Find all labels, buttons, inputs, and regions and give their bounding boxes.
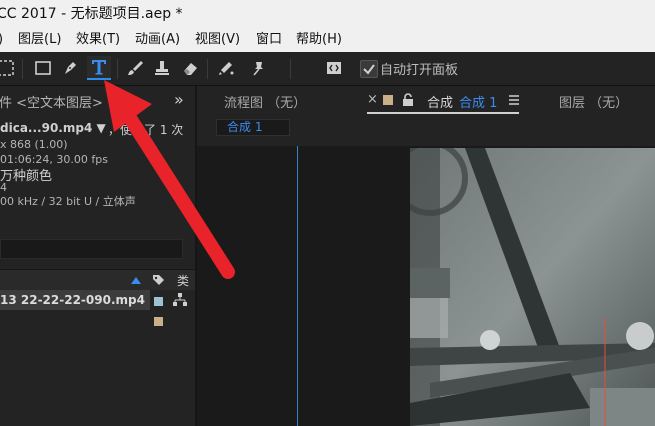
brush-tool-icon[interactable]	[123, 56, 147, 80]
auto-open-panels-checkbox[interactable]	[360, 60, 378, 78]
composition-viewer-panel: 流程图 （无） × 合成 合成 1 图层 （无） 合成 1	[197, 86, 655, 426]
guide-line	[297, 146, 298, 426]
rectangle-tool-icon[interactable]	[31, 56, 55, 80]
project-panel: 件 <空文本图层> » dica...90.mp4 ▼ ，使用了 1 次 x 8…	[0, 86, 197, 426]
marquee-tool-icon[interactable]	[0, 56, 18, 80]
project-panel-header: 件 <空文本图层>	[0, 96, 103, 111]
video-frame	[410, 148, 655, 426]
menu-item-help[interactable]: 帮助(H)	[296, 28, 342, 52]
panel-menu-icon[interactable]	[508, 95, 520, 105]
footage-colors: 万种颜色	[0, 169, 53, 184]
menu-item-animation[interactable]: 动画(A)	[135, 28, 180, 52]
composition-flow-icon	[173, 293, 187, 306]
roto-brush-tool-icon[interactable]	[214, 56, 238, 80]
lock-icon[interactable]	[402, 93, 414, 107]
type-tool-icon[interactable]	[87, 56, 111, 80]
project-search-input[interactable]	[0, 239, 183, 259]
menu-item-view[interactable]: 视图(V)	[195, 28, 240, 52]
tab-flowchart[interactable]: 流程图 （无）	[224, 92, 306, 111]
active-tab-indicator	[367, 112, 519, 114]
toolbar-divider	[207, 59, 208, 79]
tab-composition-name[interactable]: 合成 1	[459, 92, 497, 111]
menu-item-partial[interactable]: )	[0, 28, 3, 52]
menu-item-window[interactable]: 窗口	[256, 28, 282, 52]
pen-tool-icon[interactable]	[58, 56, 82, 80]
title-bar: CC 2017 - 无标题项目.aep *	[0, 0, 655, 28]
tab-layer[interactable]: 图层 （无）	[559, 92, 628, 111]
label-tag-icon[interactable]	[151, 273, 165, 287]
menu-item-layer[interactable]: 图层(L)	[18, 28, 61, 52]
window-title: CC 2017 - 无标题项目.aep *	[0, 6, 183, 22]
eraser-tool-icon[interactable]	[178, 56, 202, 80]
auto-open-panels-label: 自动打开面板	[380, 63, 459, 78]
clone-stamp-tool-icon[interactable]	[150, 56, 174, 80]
label-color-swatch[interactable]	[154, 317, 163, 326]
project-list-header: 类	[0, 269, 195, 290]
toolbar: 自动打开面板	[0, 52, 655, 86]
footage-dimensions: x 868 (1.00)	[0, 138, 68, 151]
comp-label-swatch	[383, 95, 393, 105]
panel-menu-chevron-icon[interactable]: »	[174, 90, 184, 109]
tab-composition-label[interactable]: 合成	[427, 92, 453, 111]
type-column-header[interactable]: 类	[177, 272, 189, 289]
footage-file-name[interactable]: dica...90.mp4 ▼	[0, 121, 106, 135]
workspace-panel-icon[interactable]	[322, 56, 346, 80]
footage-usage-count: ，使用了 1 次	[108, 123, 184, 137]
checkmark-icon	[363, 64, 375, 75]
composition-breadcrumb[interactable]: 合成 1	[216, 119, 290, 136]
project-item-name: 13 22-22-22-090.mp4	[0, 293, 145, 307]
puppet-pin-tool-icon[interactable]	[247, 56, 271, 80]
toolbar-divider	[117, 59, 118, 79]
toolbar-divider	[22, 59, 23, 79]
menu-bar: ) 图层(L) 效果(T) 动画(A) 视图(V) 窗口 帮助(H)	[0, 28, 655, 53]
footage-audio-info: 00 kHz / 32 bit U / 立体声	[0, 195, 136, 208]
menu-item-effect[interactable]: 效果(T)	[76, 28, 120, 52]
close-tab-icon[interactable]: ×	[367, 92, 378, 107]
label-color-swatch[interactable]	[154, 297, 163, 306]
toolbar-divider	[290, 59, 291, 79]
sort-ascending-icon[interactable]	[130, 275, 142, 285]
